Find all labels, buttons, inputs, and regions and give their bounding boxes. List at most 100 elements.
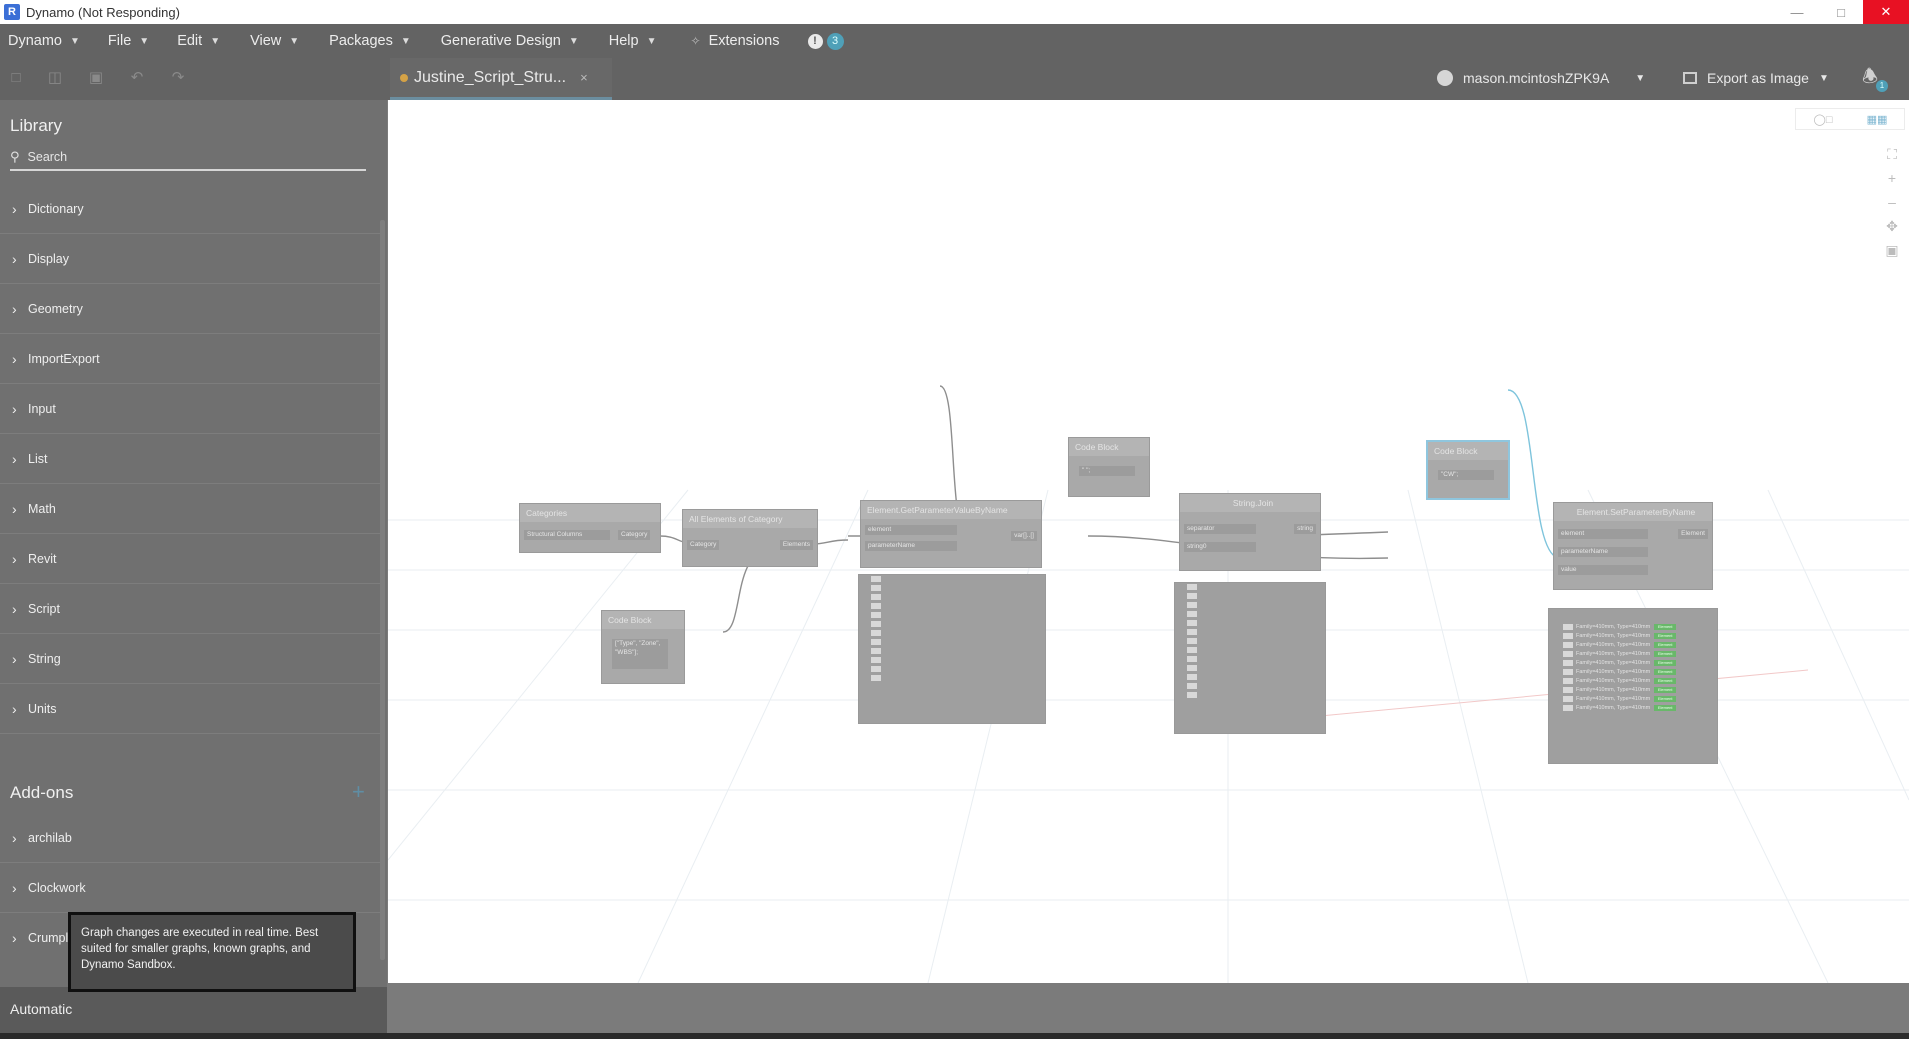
output-port-element[interactable]: Element: [1678, 529, 1708, 539]
preview-row: [1175, 637, 1325, 646]
new-file-icon[interactable]: □: [7, 69, 25, 87]
zoom-in-icon[interactable]: +: [1888, 166, 1896, 190]
preview-element-tag: Element: [1654, 695, 1677, 702]
orbit-icon[interactable]: ▣: [1885, 238, 1898, 262]
pan-icon[interactable]: ✥: [1886, 214, 1898, 238]
library-item-math[interactable]: › Math: [0, 484, 380, 534]
zoom-out-icon[interactable]: –: [1888, 190, 1896, 214]
run-mode-label[interactable]: Automatic: [10, 1001, 72, 1017]
background-view-icon[interactable]: ▦▦: [1850, 109, 1904, 129]
open-folder-icon[interactable]: ◫: [46, 69, 64, 87]
output-port-var[interactable]: var[]..[]: [1011, 531, 1037, 541]
chevron-right-icon: ›: [12, 829, 17, 846]
library-item-units[interactable]: › Units: [0, 684, 380, 734]
category-dropdown[interactable]: Structural Columns: [524, 530, 610, 540]
menu-file[interactable]: File ▼: [108, 24, 149, 58]
zoom-fit-icon[interactable]: ⛶: [1887, 142, 1897, 166]
close-tab-icon[interactable]: ×: [580, 70, 588, 85]
input-port-parameter-name[interactable]: parameterName: [865, 541, 957, 551]
chevron-right-icon: ›: [12, 450, 17, 467]
preview-row: [1175, 619, 1325, 628]
node-get-parameter-value-by-name[interactable]: Element.GetParameterValueByName element …: [860, 500, 1042, 568]
dynamo-app: Dynamo ▼ File ▼ Edit ▼ View ▼ Packages ▼ Gene…: [0, 24, 1909, 1033]
export-as-image-button[interactable]: Export as Image ▼: [1683, 70, 1829, 86]
graph-canvas[interactable]: ◯□ ▦▦ ⛶ + – ✥ ▣ Categories Structural Co…: [388, 100, 1909, 983]
input-port-separator[interactable]: separator: [1184, 524, 1256, 534]
library-item-revit[interactable]: › Revit: [0, 534, 380, 584]
library-item-importexport[interactable]: › ImportExport: [0, 334, 380, 384]
library-item-string[interactable]: › String: [0, 634, 380, 684]
caret-down-icon: ▼: [400, 35, 411, 47]
code-block-text[interactable]: " ";: [1079, 466, 1135, 476]
node-title: Categories: [520, 504, 660, 522]
preview-row: [859, 674, 1045, 683]
chevron-right-icon: ›: [12, 300, 17, 317]
close-icon[interactable]: ✕: [1863, 0, 1909, 24]
menu-packages[interactable]: Packages ▼: [329, 24, 411, 58]
node-categories[interactable]: Categories Structural Columns Category: [519, 503, 661, 553]
user-avatar-icon: [1437, 70, 1453, 86]
menu-label: File: [107, 33, 132, 49]
preview-text: Family=410mm, Type=410mm: [1576, 669, 1651, 675]
user-account[interactable]: mason.mcintoshZPK9A ▼: [1437, 70, 1645, 86]
output-port-category[interactable]: Category: [618, 530, 651, 540]
input-port-category[interactable]: Category: [687, 540, 720, 550]
menu-help[interactable]: Help ▼: [609, 24, 657, 58]
library-item-label: List: [28, 451, 48, 466]
preview-text: Family=410mm, Type=410mm: [1576, 696, 1651, 702]
menu-label: Help: [608, 33, 639, 49]
toolbar: □ ◫ ▣ ↶ ↷ Justine_Script_Stru... × mason…: [0, 58, 1909, 100]
library-item-script[interactable]: › Script: [0, 584, 380, 634]
menu-extensions[interactable]: ✧ Extensions: [691, 24, 780, 58]
input-port-value[interactable]: value: [1558, 565, 1648, 575]
node-all-elements-of-category[interactable]: All Elements of Category Category Elemen…: [682, 509, 818, 567]
library-item-display[interactable]: › Display: [0, 234, 380, 284]
preview-row: [1175, 691, 1325, 700]
library-search[interactable]: ⚲ Search: [10, 145, 366, 171]
node-code-block-value[interactable]: Code Block "CW";: [1426, 440, 1510, 500]
graph-view-icon[interactable]: ◯□: [1796, 109, 1850, 129]
undo-icon[interactable]: ↶: [128, 69, 146, 87]
redo-icon[interactable]: ↷: [169, 69, 187, 87]
bell-icon[interactable]: 🕭: [1862, 64, 1878, 94]
library-item-input[interactable]: › Input: [0, 384, 380, 434]
node-code-block-separator[interactable]: Code Block " ";: [1068, 437, 1150, 497]
save-icon[interactable]: ▣: [87, 69, 105, 87]
output-port-elements[interactable]: Elements: [779, 540, 813, 550]
preview-element-tag: Element: [1654, 650, 1677, 657]
node-set-parameter-by-name[interactable]: Element.SetParameterByName element param…: [1553, 502, 1713, 590]
preview-row: [859, 665, 1045, 674]
library-item-archilab[interactable]: › archilab: [0, 813, 380, 863]
notification-badge[interactable]: ! 3: [807, 32, 844, 50]
preview-element-tag: Element: [1654, 659, 1677, 666]
library-item-clockwork[interactable]: › Clockwork: [0, 863, 380, 913]
output-port-string[interactable]: string: [1294, 524, 1316, 534]
code-block-text[interactable]: "CW";: [1438, 470, 1494, 480]
menu-edit[interactable]: Edit ▼: [177, 24, 220, 58]
code-block-text[interactable]: ["Type", "Zone", "WBS"];: [612, 639, 668, 669]
library-item-geometry[interactable]: › Geometry: [0, 284, 380, 334]
preview-row: Family=410mm, Type=410mm Element: [1549, 695, 1717, 704]
minimize-icon[interactable]: —: [1775, 0, 1819, 24]
input-port-element[interactable]: element: [865, 525, 957, 535]
input-port-parameter-name[interactable]: parameterName: [1558, 547, 1648, 557]
tab-workspace[interactable]: Justine_Script_Stru... ×: [390, 58, 612, 100]
node-code-block-list[interactable]: Code Block ["Type", "Zone", "WBS"];: [601, 610, 685, 684]
add-package-icon[interactable]: +: [352, 779, 365, 805]
preview-text: Family=410mm, Type=410mm: [1576, 678, 1651, 684]
menu-view[interactable]: View ▼: [250, 24, 299, 58]
preview-row: [1175, 601, 1325, 610]
menu-dynamo[interactable]: Dynamo ▼: [8, 24, 80, 58]
input-port-element[interactable]: element: [1558, 529, 1648, 539]
maximize-icon[interactable]: □: [1819, 0, 1863, 24]
menu-generative-design[interactable]: Generative Design ▼: [441, 24, 579, 58]
library-scrollbar[interactable]: [380, 220, 385, 960]
chevron-right-icon: ›: [12, 250, 17, 267]
preview-row: Family=410mm, Type=410mm Element: [1549, 641, 1717, 650]
input-port-string0[interactable]: string0: [1184, 542, 1256, 552]
view-mode-toggle[interactable]: ◯□ ▦▦: [1795, 108, 1905, 130]
node-string-join[interactable]: String.Join separator string0 string: [1179, 493, 1321, 571]
library-item-dictionary[interactable]: › Dictionary: [0, 184, 380, 234]
library-item-list[interactable]: › List: [0, 434, 380, 484]
chevron-right-icon: ›: [12, 650, 17, 667]
